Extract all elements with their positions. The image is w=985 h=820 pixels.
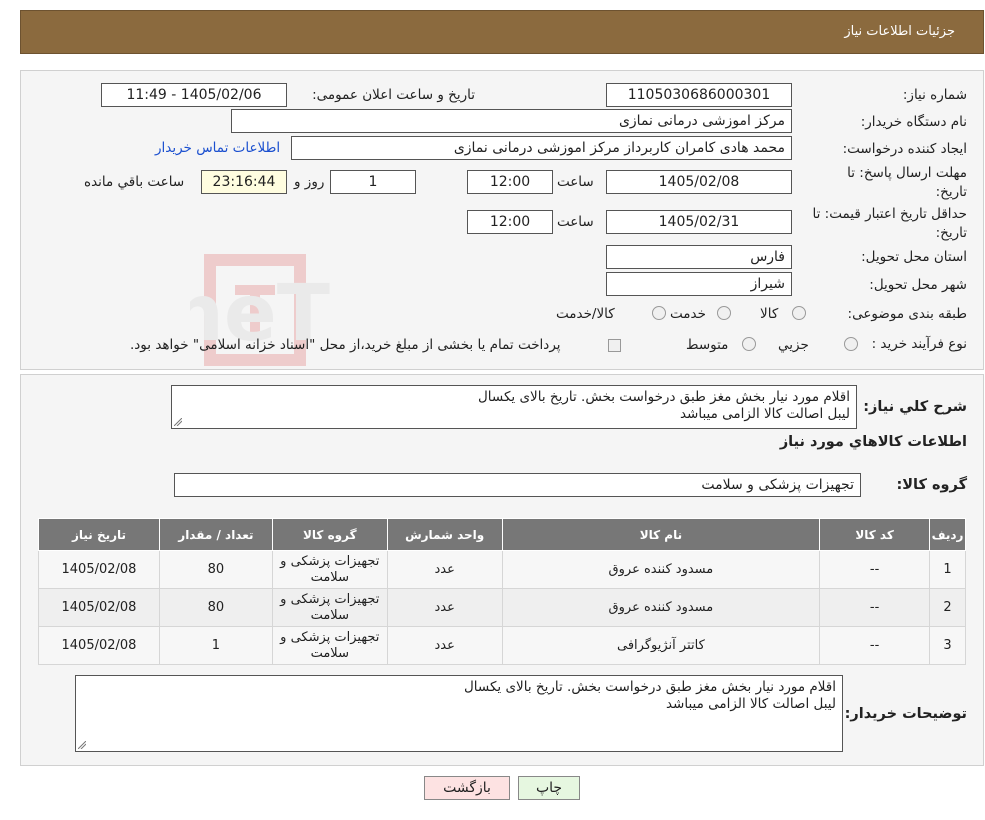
category-option-service: خدمت [670,306,706,322]
process-option-partial: جزیي [778,337,809,353]
summary-line-1: اقلام مورد نیار بخش مغز طبق درخواست بخش.… [477,389,850,405]
remaining-label: ساعت باقي مانده [84,174,185,190]
category-radio-goods-service[interactable] [652,306,666,320]
cell-date: 1405/02/08 [38,626,160,665]
cell-row: 3 [929,626,966,665]
deadline-time-field: 12:00 [467,170,553,194]
resize-grip-icon[interactable] [174,418,182,426]
validity-time-label: ساعت [557,214,594,230]
buyer-org-label: نام دستگاه خریدار: [860,114,967,130]
validity-date-field: 1405/02/31 [606,210,792,234]
col-code: کد کالا [819,518,931,551]
buyer-notes-textarea[interactable]: اقلام مورد نیار بخش مغز طبق درخواست بخش.… [75,675,843,752]
cell-date: 1405/02/08 [38,588,160,627]
announce-datetime-field: 1405/02/06 - 11:49 [101,83,287,107]
category-radio-goods[interactable] [792,306,806,320]
cell-code: -- [819,626,931,665]
table-header-row: ردیف کد کالا نام کالا واحد شمارش گروه کا… [38,518,966,551]
category-label: طبقه بندی موضوعی: [847,306,967,322]
table-row: 1 -- مسدود کننده عروق عدد تجهیزات پزشکی … [38,550,966,589]
resize-grip-icon[interactable] [78,741,86,749]
remaining-time-field: 23:16:44 [201,170,287,194]
cell-row: 2 [929,588,966,627]
cell-row: 1 [929,550,966,589]
goods-group-label: گروه کالا: [896,477,967,493]
process-label: نوع فرآیند خرید : [871,336,967,352]
need-number-label: شماره نیاز: [902,87,967,103]
city-field: شیراز [606,272,792,296]
need-number-field: 1105030686000301 [606,83,792,107]
city-label: شهر محل تحویل: [869,277,967,293]
deadline-time-label: ساعت [557,174,594,190]
days-label: روز و [294,174,325,190]
cell-qty: 1 [158,626,273,665]
deadline-date-field: 1405/02/08 [606,170,792,194]
treasury-docs-checkbox[interactable] [608,339,621,352]
deadline-label: مهلت ارسال پاسخ: تا [847,165,967,181]
buyer-org-field: مرکز اموزشی درمانی نمازی [231,109,792,133]
goods-group-field: تجهیزات پزشکی و سلامت [174,473,861,497]
cell-group-line1: تجهیزات پزشکی و [280,553,380,569]
validity-label: حداقل تاریخ اعتبار قیمت: تا [812,206,967,222]
days-remaining-field: 1 [330,170,416,194]
validity-time-field: 12:00 [467,210,553,234]
table-row: 3 -- کاتتر آنژیوگرافی عدد تجهیزات پزشکی … [38,626,966,665]
summary-textarea[interactable]: اقلام مورد نیار بخش مغز طبق درخواست بخش.… [171,385,857,429]
col-date: تاریخ نیاز [38,518,160,551]
page-title: جزئیات اطلاعات نیاز [844,24,955,39]
col-row: ردیف [929,518,966,551]
cell-name: مسدود کننده عروق [501,550,821,589]
print-button[interactable]: چاپ [518,776,580,800]
cell-qty: 80 [158,588,273,627]
category-option-goods-service: کالا/خدمت [556,306,615,322]
goods-section-title: اطلاعات کالاهاي مورد نیاز [779,434,967,450]
page-header: جزئیات اطلاعات نیاز [20,10,984,54]
announce-label: تاریخ و ساعت اعلان عمومی: [312,87,475,103]
buyer-notes-line-2: لیبل اصالت کالا الزامی میباشد [665,696,836,712]
cell-group-line2: سلامت [310,569,349,585]
col-qty: تعداد / مقدار [158,518,273,551]
creator-label: ایجاد کننده درخواست: [842,141,967,157]
treasury-docs-note: پرداخت تمام یا بخشی از مبلغ خرید،از محل … [130,337,561,353]
process-radio-partial[interactable] [844,337,858,351]
validity-label-date: تاریخ: [935,225,967,241]
cell-group-line2: سلامت [310,645,349,661]
province-field: فارس [606,245,792,269]
cell-group: تجهیزات پزشکی و سلامت [271,550,388,589]
process-option-medium: متوسط [686,337,729,353]
back-button[interactable]: بازگشت [424,776,510,800]
buyer-contact-link[interactable]: اطلاعات تماس خریدار [155,140,280,156]
goods-table: ردیف کد کالا نام کالا واحد شمارش گروه کا… [38,518,966,665]
col-unit: واحد شمارش [386,518,503,551]
cell-unit: عدد [386,588,503,627]
cell-group-line1: تجهیزات پزشکی و [280,591,380,607]
process-radio-medium[interactable] [742,337,756,351]
cell-group: تجهیزات پزشکی و سلامت [271,588,388,627]
cell-code: -- [819,550,931,589]
cell-date: 1405/02/08 [38,550,160,589]
cell-qty: 80 [158,550,273,589]
deadline-label-date: تاریخ: [935,184,967,200]
cell-group: تجهیزات پزشکی و سلامت [271,626,388,665]
buyer-notes-label: توضیحات خریدار: [844,706,967,722]
col-name: نام کالا [501,518,821,551]
table-row: 2 -- مسدود کننده عروق عدد تجهیزات پزشکی … [38,588,966,627]
cell-name: مسدود کننده عروق [501,588,821,627]
cell-group-line2: سلامت [310,607,349,623]
cell-unit: عدد [386,626,503,665]
summary-label: شرح کلي نیاز: [863,399,967,415]
col-group: گروه کالا [271,518,388,551]
cell-code: -- [819,588,931,627]
summary-line-2: لیبل اصالت کالا الزامی میباشد [679,406,850,422]
creator-field: محمد هادی کامران کاربرداز مرکز اموزشی در… [291,136,792,160]
category-option-goods: کالا [760,306,779,322]
province-label: استان محل تحویل: [861,249,967,265]
cell-unit: عدد [386,550,503,589]
cell-name: کاتتر آنژیوگرافی [501,626,821,665]
buyer-notes-line-1: اقلام مورد نیار بخش مغز طبق درخواست بخش.… [463,679,836,695]
cell-group-line1: تجهیزات پزشکی و [280,629,380,645]
category-radio-service[interactable] [717,306,731,320]
